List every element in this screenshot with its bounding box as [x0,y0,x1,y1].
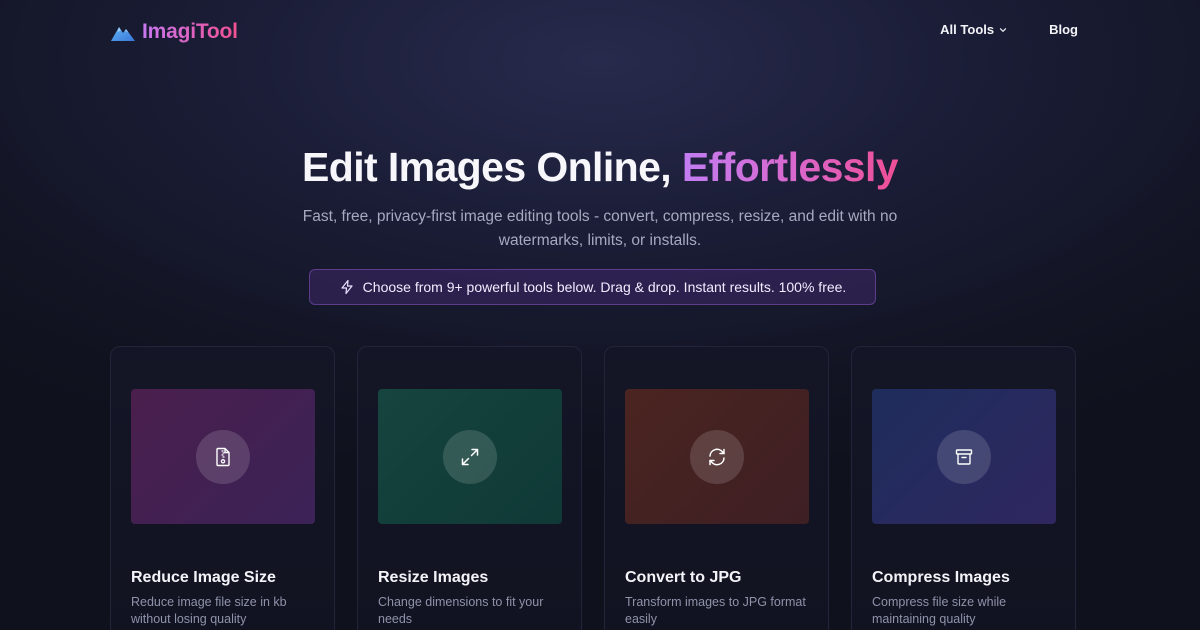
card-media [131,389,315,524]
tool-card-resize[interactable]: Resize Images Change dimensions to fit y… [357,346,582,630]
tool-card-compress[interactable]: Compress Images Compress file size while… [851,346,1076,630]
top-nav: ImagiTool All Tools Blog [0,0,1200,64]
icon-circle [196,429,250,484]
card-description: Compress file size while maintaining qua… [872,595,1007,626]
card-media [872,389,1056,524]
nav-all-tools[interactable]: All Tools [940,22,1007,37]
brand-logo[interactable]: ImagiTool [110,18,238,46]
card-media [625,389,809,524]
card-description: Reduce image file size in kb without los… [131,595,287,626]
card-title: Reduce Image Size [131,569,276,586]
hero-title-main: Edit Images Online, [302,144,682,190]
brand-name: ImagiTool [142,20,238,43]
tool-card-reduce-size[interactable]: Reduce Image Size Reduce image file size… [110,346,335,630]
icon-circle [443,429,497,484]
icon-circle [690,429,744,484]
tool-cards-grid: Reduce Image Size Reduce image file size… [110,346,1076,630]
tool-card-convert-jpg[interactable]: Convert to JPG Transform images to JPG f… [604,346,829,630]
hero-info-pill: Choose from 9+ powerful tools below. Dra… [309,269,876,305]
nav-all-tools-label: All Tools [940,22,995,37]
chevron-down-icon [999,27,1007,32]
nav-blog-label: Blog [1049,22,1078,37]
hero-title-accent: Effortlessly [681,144,899,190]
expand-arrows-icon [461,448,479,465]
card-description: Change dimensions to fit your needs [378,595,544,626]
hero-title: Edit Images Online, Effortlessly [0,144,1200,191]
nav-blog[interactable]: Blog [1049,22,1078,37]
archive-box-icon [955,448,973,465]
card-media [378,389,562,524]
nav-links: All Tools Blog [940,22,1078,37]
hero-subtitle: Fast, free, privacy-first image editing … [302,208,898,249]
file-zip-icon [216,447,230,466]
icon-circle [937,429,991,484]
card-title: Compress Images [872,569,1010,586]
refresh-icon [709,448,725,465]
card-title: Resize Images [378,569,489,586]
hero-pill-text: Choose from 9+ powerful tools below. Dra… [362,279,847,295]
card-title: Convert to JPG [625,569,742,586]
card-description: Transform images to JPG format easily [625,595,806,626]
mountain-logo-icon [111,27,135,41]
lightning-icon [341,279,353,295]
